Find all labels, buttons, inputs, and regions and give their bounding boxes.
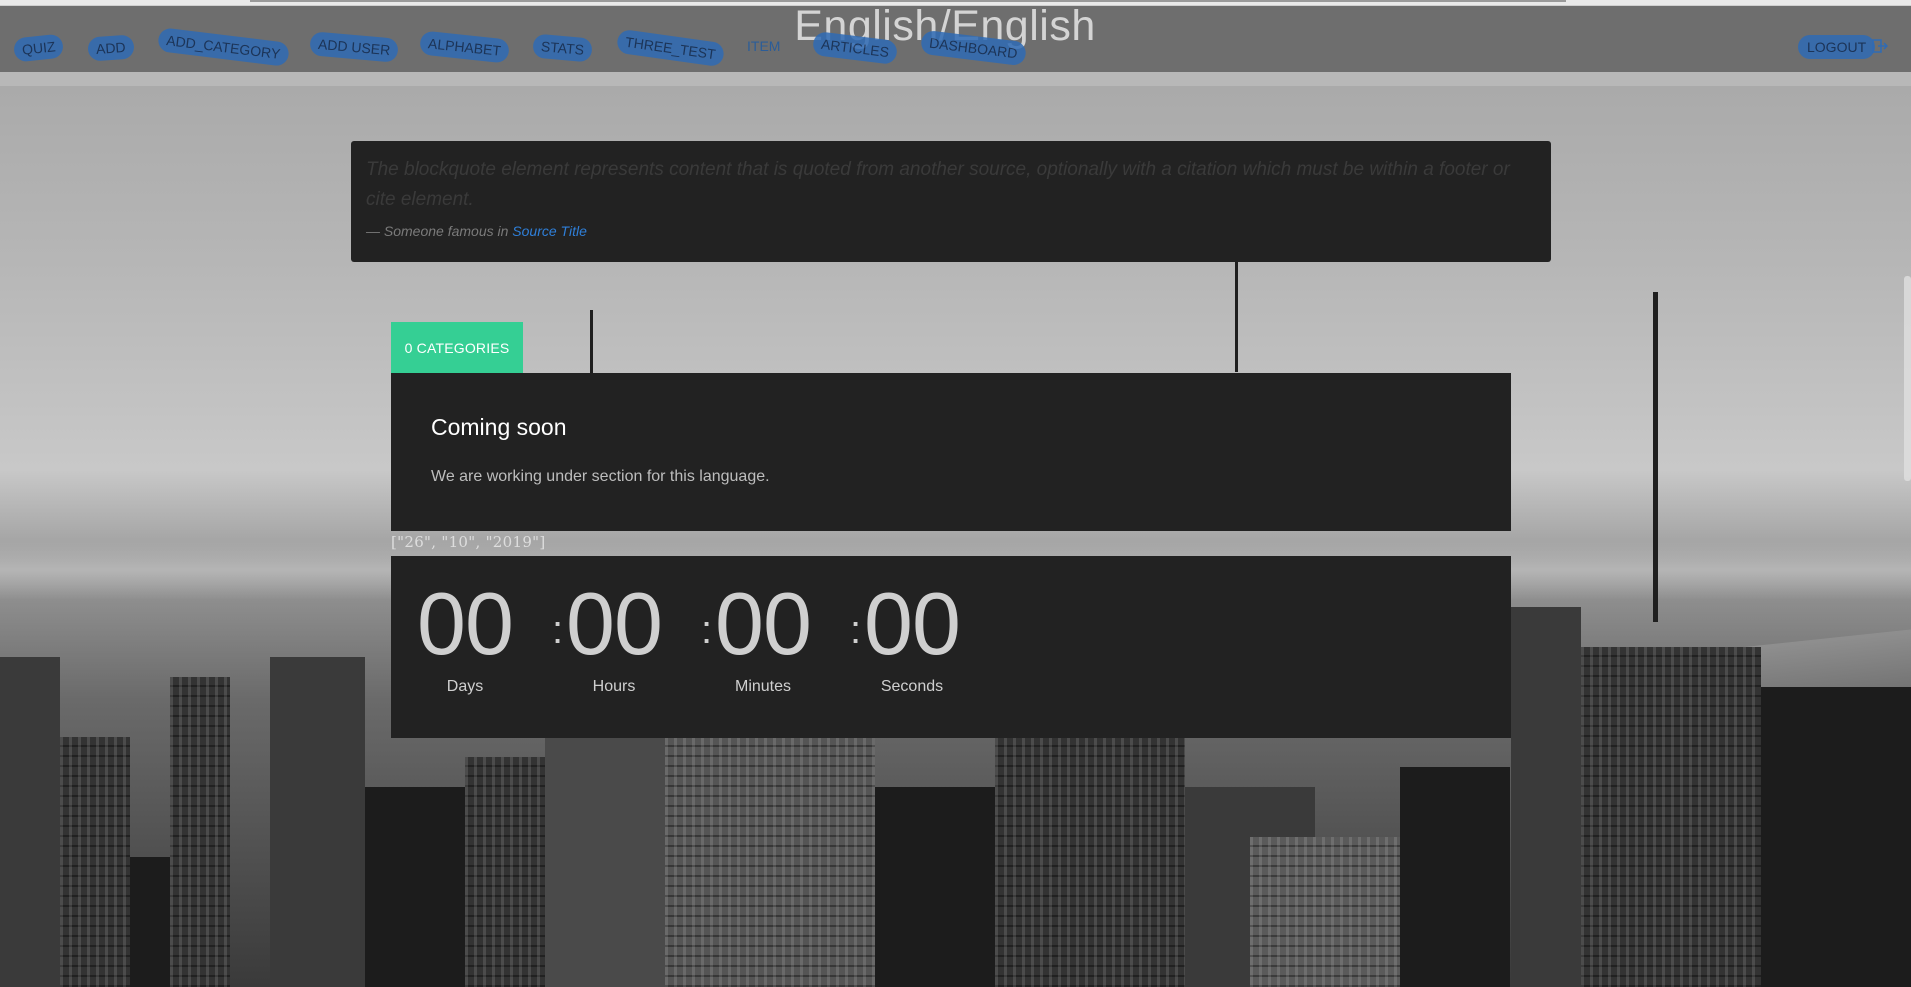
building (1761, 687, 1911, 987)
blockquote: The blockquote element represents conten… (351, 141, 1551, 262)
building (60, 737, 130, 987)
blockquote-footer-prefix: — Someone famous in (366, 223, 513, 239)
countdown-seconds: 00 Seconds (857, 574, 967, 696)
building (170, 677, 230, 987)
page-scrollbar[interactable] (1904, 276, 1911, 481)
countdown-hours: 00 Hours (559, 574, 669, 696)
building (1511, 607, 1581, 987)
countdown-days-value: 00 (417, 574, 514, 673)
source-title-link[interactable]: Source Title (512, 223, 587, 239)
logout-icon[interactable] (1872, 38, 1888, 54)
building (545, 727, 665, 987)
blockquote-footer: — Someone famous in Source Title (366, 223, 1536, 239)
countdown-minutes-label: Minutes (734, 678, 792, 695)
antenna-spire (1653, 292, 1658, 622)
logout-button[interactable]: LOGOUT (1798, 35, 1876, 59)
countdown-days-label: Days (446, 678, 484, 695)
navbar-shadow (0, 72, 1911, 86)
antenna-spire (590, 310, 593, 380)
panel-text: We are working under section for this la… (431, 468, 770, 485)
building (995, 737, 1185, 987)
raw-date-text: ["26", "10", "2019"] (391, 533, 546, 551)
countdown-minutes: 00 Minutes (708, 574, 818, 696)
antenna-spire (1235, 262, 1238, 372)
coming-soon-panel: Coming soon We are working under section… (391, 373, 1511, 531)
nav-item-item[interactable]: ITEM (747, 38, 780, 54)
blockquote-text: The blockquote element represents conten… (366, 159, 1510, 210)
building (365, 787, 465, 987)
panel-title: Coming soon (431, 414, 567, 440)
building (875, 787, 995, 987)
building (0, 657, 60, 987)
countdown-seconds-value: 00 (864, 574, 961, 673)
building (270, 657, 365, 987)
countdown-hours-label: Hours (592, 678, 636, 695)
building (1581, 647, 1761, 987)
nav-item-add[interactable]: ADD (87, 34, 135, 62)
building (1400, 767, 1510, 987)
countdown-minutes-value: 00 (715, 574, 812, 673)
countdown-timer: 00 Days : 00 Hours : 00 Minutes : 00 Sec… (391, 556, 1511, 738)
categories-tab[interactable]: 0 CATEGORIES (391, 322, 523, 373)
countdown-seconds-label: Seconds (880, 678, 944, 695)
building (465, 757, 545, 987)
building (665, 737, 875, 987)
countdown-hours-value: 00 (566, 574, 663, 673)
countdown-days: 00 Days (410, 574, 520, 696)
